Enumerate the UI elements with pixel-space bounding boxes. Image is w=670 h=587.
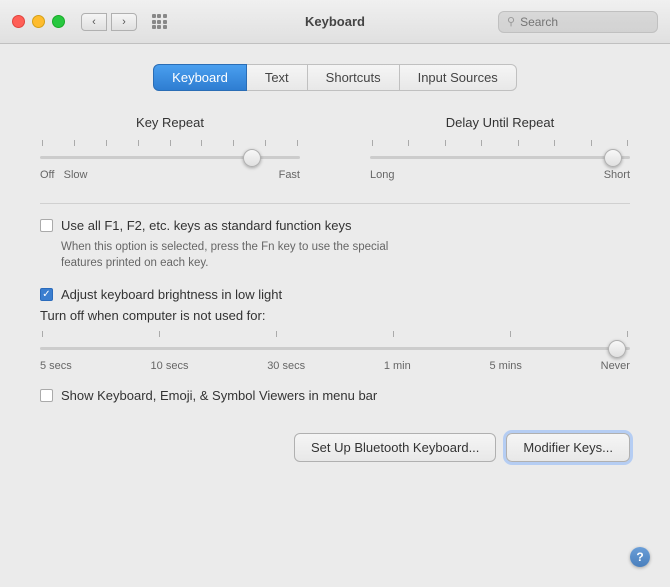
delay-repeat-right-label: Short [604,169,630,181]
back-button[interactable]: ‹ [81,13,107,31]
main-content: Keyboard Text Shortcuts Input Sources Ke… [0,44,670,587]
close-button[interactable] [12,15,25,28]
bottom-buttons: Set Up Bluetooth Keyboard... Modifier Ke… [40,433,630,462]
delay-repeat-group: Delay Until Repeat Long Short [370,115,630,181]
bluetooth-button[interactable]: Set Up Bluetooth Keyboard... [294,433,496,462]
brightness-label-1min: 1 min [384,360,411,372]
help-button[interactable]: ? [630,547,650,567]
keyboard-viewer-row: Show Keyboard, Emoji, & Symbol Viewers i… [40,388,630,403]
tab-input-sources[interactable]: Input Sources [400,64,517,91]
key-repeat-axis-labels: Off Slow Fast [40,169,300,181]
traffic-lights [12,15,65,28]
brightness-label: Adjust keyboard brightness in low light [61,287,282,302]
key-repeat-left-label: Off Slow [40,169,87,181]
brightness-label-30secs: 30 secs [267,360,305,372]
grid-icon [152,14,167,29]
title-bar: ‹ › Keyboard ⚲ [0,0,670,44]
keyboard-viewer-checkbox[interactable] [40,389,53,402]
modifier-keys-button[interactable]: Modifier Keys... [506,433,630,462]
sliders-row: Key Repeat Off Slow Fast Delay Until Rep… [40,115,630,181]
delay-repeat-label: Delay Until Repeat [370,115,630,130]
minimize-button[interactable] [32,15,45,28]
brightness-ticks [40,331,630,337]
maximize-button[interactable] [52,15,65,28]
brightness-label-never: Never [601,360,630,372]
delay-repeat-thumb[interactable] [604,149,622,167]
brightness-checkbox[interactable] [40,288,53,301]
key-repeat-group: Key Repeat Off Slow Fast [40,115,300,181]
grid-button[interactable] [147,12,171,32]
key-repeat-track[interactable] [40,156,300,159]
key-repeat-thumb[interactable] [243,149,261,167]
search-input[interactable] [520,15,649,29]
brightness-row: Adjust keyboard brightness in low light [40,287,630,302]
key-repeat-right-label: Fast [279,169,300,181]
brightness-label-5secs: 5 secs [40,360,72,372]
fn-keys-checkbox[interactable] [40,219,53,232]
brightness-thumb[interactable] [608,340,626,358]
brightness-label-10secs: 10 secs [151,360,189,372]
fn-keys-subtext: When this option is selected, press the … [61,239,630,271]
key-repeat-ticks [40,140,300,146]
delay-repeat-track[interactable] [370,156,630,159]
delay-repeat-left-label: Long [370,169,394,181]
delay-repeat-axis-labels: Long Short [370,169,630,181]
fn-keys-section: Use all F1, F2, etc. keys as standard fu… [40,218,630,271]
keyboard-viewer-label: Show Keyboard, Emoji, & Symbol Viewers i… [61,388,377,403]
brightness-axis-labels: 5 secs 10 secs 30 secs 1 min 5 mins Neve… [40,360,630,372]
divider-1 [40,203,630,204]
brightness-track[interactable] [40,347,630,350]
brightness-section: Adjust keyboard brightness in low light … [40,287,630,372]
search-icon: ⚲ [507,15,515,28]
fn-keys-label: Use all F1, F2, etc. keys as standard fu… [61,218,351,233]
nav-buttons: ‹ › [81,13,137,31]
delay-repeat-ticks [370,140,630,146]
forward-button[interactable]: › [111,13,137,31]
fn-keys-row: Use all F1, F2, etc. keys as standard fu… [40,218,630,233]
turn-off-label: Turn off when computer is not used for: [40,308,630,323]
brightness-slider-section: Turn off when computer is not used for: … [40,308,630,372]
key-repeat-label: Key Repeat [40,115,300,130]
tab-keyboard[interactable]: Keyboard [153,64,247,91]
tab-text[interactable]: Text [247,64,308,91]
tab-shortcuts[interactable]: Shortcuts [308,64,400,91]
brightness-label-5mins: 5 mins [489,360,521,372]
search-bar[interactable]: ⚲ [498,11,658,33]
tab-bar: Keyboard Text Shortcuts Input Sources [40,64,630,91]
window-title: Keyboard [305,14,365,29]
